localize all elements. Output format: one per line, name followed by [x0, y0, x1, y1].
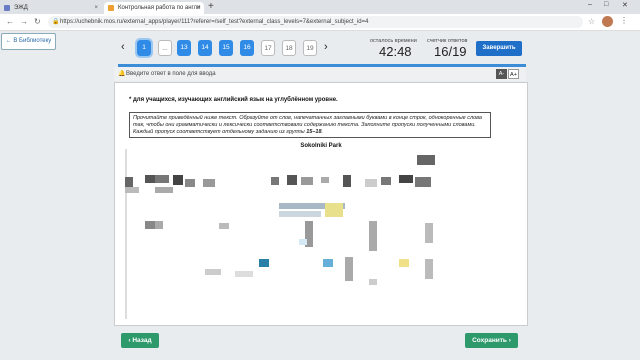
pixelated-text-block: [299, 239, 307, 245]
pixelated-text-block: [271, 177, 279, 185]
lock-icon: 🔒: [52, 19, 60, 25]
pixelated-text-block: [301, 177, 313, 185]
pixelated-text-block: [145, 175, 155, 183]
address-bar[interactable]: 🔒 https://uchebnik.mos.ru/external_apps/…: [48, 16, 583, 28]
pixelated-text-block: [425, 223, 433, 243]
new-tab-button[interactable]: +: [208, 1, 214, 12]
save-button[interactable]: Сохранить ›: [465, 333, 518, 348]
font-decrease-button[interactable]: A-: [496, 69, 507, 79]
pixelated-text-block: [125, 187, 139, 193]
step-ellipsis[interactable]: ...: [158, 40, 172, 56]
pixelated-text-block: [399, 175, 413, 183]
hint-bar: 🔔 Введите ответ в поле для ввода: [114, 67, 526, 81]
task-range: 15–18: [306, 129, 322, 135]
step-13[interactable]: 13: [177, 40, 191, 56]
pixelated-text-block: [369, 279, 377, 285]
pixelated-text-block: [203, 179, 215, 187]
tab-favicon-icon: [108, 5, 114, 11]
pixelated-text-block: [173, 175, 183, 185]
counter-value: 16/19: [434, 44, 467, 59]
step-19[interactable]: 19: [303, 40, 317, 56]
next-arrow-icon[interactable]: ›: [324, 41, 328, 53]
pixelated-text-block: [185, 179, 195, 187]
pixelated-text-block: [155, 187, 173, 193]
window-close-icon[interactable]: ✕: [622, 1, 628, 9]
minimize-icon[interactable]: –: [588, 1, 592, 8]
pixelated-text-block: [365, 179, 377, 187]
star-icon[interactable]: ☆: [588, 17, 595, 26]
profile-avatar[interactable]: [602, 16, 613, 27]
pixelated-text-block: [417, 155, 435, 165]
text-title: Sokolniki Park: [300, 143, 342, 149]
pixelated-text-block: [345, 257, 353, 281]
close-icon[interactable]: ×: [94, 2, 98, 14]
pixelated-text-block: [343, 175, 351, 187]
step-16[interactable]: 16: [240, 40, 254, 56]
step-1[interactable]: 1: [135, 38, 153, 58]
tab-label: Контрольная работа по англи: [118, 5, 201, 11]
step-14[interactable]: 14: [198, 40, 212, 56]
task-instruction: Прочитайте приведённый ниже текст. Образ…: [129, 112, 491, 138]
step-15[interactable]: 15: [219, 40, 233, 56]
pixelated-text-block: [205, 269, 221, 275]
forward-arrow-icon[interactable]: →: [20, 17, 28, 26]
back-button[interactable]: ‹ Назад: [121, 333, 159, 348]
text-side-bar: [125, 149, 127, 319]
pixelated-text-block: [279, 211, 321, 217]
pixelated-text-block: [415, 177, 431, 187]
finish-button[interactable]: Завершить: [476, 41, 522, 56]
pixelated-text-block: [155, 221, 163, 229]
back-to-library-button[interactable]: ← В Библиотеку: [1, 33, 56, 50]
pixelated-text-block: [323, 259, 333, 267]
pixelated-text-block: [325, 203, 343, 217]
step-17[interactable]: 17: [261, 40, 275, 56]
pixelated-text-block: [155, 175, 169, 183]
pixelated-text-block: [369, 221, 377, 251]
pixelated-text-block: [399, 259, 409, 267]
task-note: * для учащихся, изучающих английский язы…: [129, 97, 338, 103]
task-card: * для учащихся, изучающих английский язы…: [114, 82, 528, 326]
reload-icon[interactable]: ↻: [34, 17, 41, 26]
pixelated-text-block: [259, 259, 269, 267]
browser-tab-test[interactable]: Контрольная работа по англи ×: [104, 2, 204, 14]
url-text: https://uchebnik.mos.ru/external_apps/pl…: [60, 19, 369, 25]
browser-tab-strip: ЭЖД × Контрольная работа по англи × + – …: [0, 0, 640, 14]
tab-favicon-icon: [4, 5, 10, 11]
menu-icon[interactable]: ⋮: [620, 16, 628, 25]
prev-arrow-icon[interactable]: ‹: [121, 41, 125, 53]
bell-icon: 🔔: [118, 71, 126, 77]
pixelated-text-block: [425, 259, 433, 279]
browser-tab-ejd[interactable]: ЭЖД ×: [0, 2, 102, 14]
pixelated-text-block: [321, 177, 329, 183]
back-arrow-icon[interactable]: ←: [6, 17, 14, 26]
step-18[interactable]: 18: [282, 40, 296, 56]
pixelated-text-block: [287, 175, 297, 185]
pixelated-text-block: [235, 271, 253, 277]
pixelated-text-block: [381, 177, 391, 185]
pixelated-text-block: [125, 177, 133, 187]
browser-toolbar: ← → ↻ 🔒 https://uchebnik.mos.ru/external…: [0, 14, 640, 31]
close-icon[interactable]: ×: [196, 2, 200, 14]
tab-label: ЭЖД: [14, 5, 28, 11]
timer-value: 42:48: [379, 44, 412, 59]
maximize-icon[interactable]: □: [604, 1, 608, 8]
font-increase-button[interactable]: A+: [508, 69, 519, 79]
pixelated-text-block: [145, 221, 155, 229]
hint-text: Введите ответ в поле для ввода: [126, 71, 216, 77]
pixelated-text-block: [219, 223, 229, 229]
